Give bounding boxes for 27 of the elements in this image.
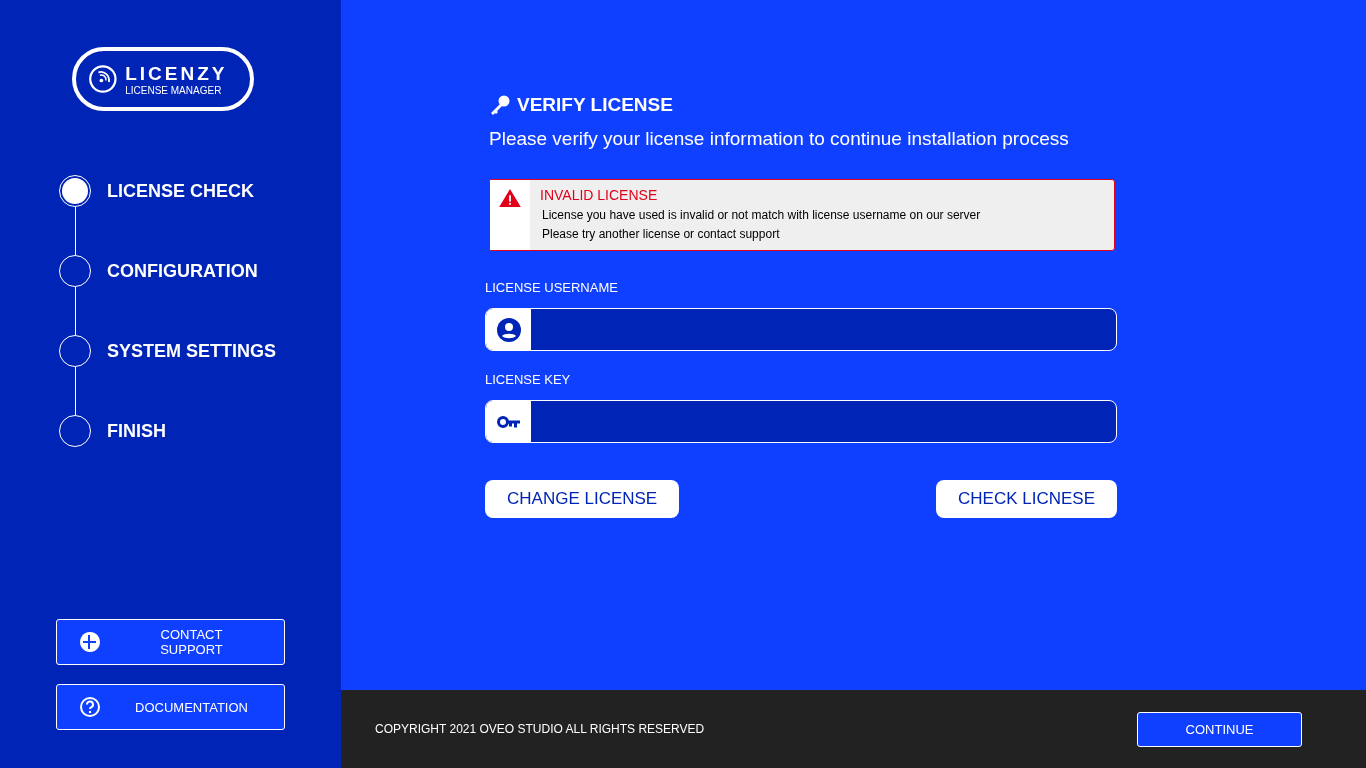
- support-button[interactable]: CONTACT SUPPORT: [56, 619, 285, 665]
- field-label: LICENSE USERNAME: [485, 280, 619, 295]
- documentation-button[interactable]: DOCUMENTATION: [56, 684, 285, 730]
- user-icon: [496, 317, 521, 342]
- alert-message: Please try another license or contact support: [542, 227, 781, 241]
- copyright-text: COPYRIGHT 2021 OVEO STUDIO ALL RIGHTS RESERVED: [375, 722, 705, 736]
- alert-title: INVALID LICENSE: [540, 187, 659, 203]
- step-label: CONFIGURATION: [107, 260, 258, 282]
- input-field[interactable]: [485, 308, 1117, 351]
- page-title: VERIFY LICENSE: [517, 94, 673, 116]
- input-field[interactable]: [485, 400, 1117, 443]
- field-label: LICENSE KEY: [485, 372, 572, 387]
- step-label: LICENSE CHECK: [107, 180, 254, 202]
- page-subtitle: Please verify your license information to continue installation process: [489, 128, 1070, 150]
- action-button[interactable]: CHECK LICNESE: [936, 480, 1117, 518]
- continue-button[interactable]: CONTINUE: [1137, 711, 1302, 747]
- key-icon: [489, 94, 511, 116]
- support-icon: [79, 631, 101, 653]
- brand-subtitle: LICENSE MANAGER: [125, 84, 223, 96]
- warning-icon: [499, 189, 521, 207]
- key-icon: [496, 414, 521, 429]
- alert-message: License you have used is invalid or not match with license username on our server: [542, 208, 981, 222]
- step-label: FINISH: [107, 420, 166, 442]
- step-label: SYSTEM SETTINGS: [107, 340, 277, 362]
- brand-name: LICENZY: [125, 62, 228, 85]
- help-icon: [79, 696, 101, 718]
- action-button[interactable]: CHANGE LICENSE: [485, 480, 680, 518]
